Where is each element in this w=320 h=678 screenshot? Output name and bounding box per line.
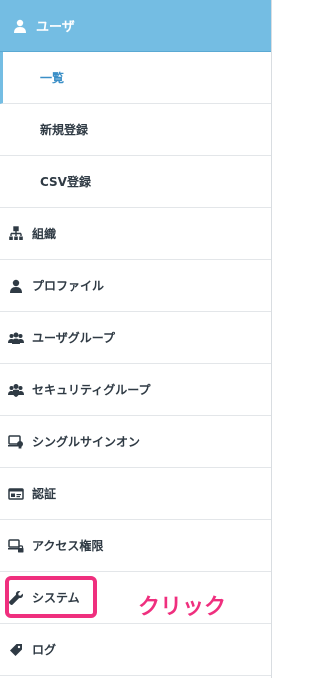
single-sign-on-icon — [8, 434, 24, 450]
sidebar-item-label: 組織 — [32, 227, 57, 241]
sidebar-item-system[interactable]: システム — [0, 572, 271, 624]
profile-icon — [8, 278, 24, 294]
sidebar-item-profile[interactable]: プロファイル — [0, 260, 271, 312]
sidebar-item-label: セキュリティグループ — [32, 383, 151, 397]
access-lock-icon — [8, 538, 24, 554]
sidebar-item-single-sign-on[interactable]: シングルサインオン — [0, 416, 271, 468]
submenu-item-label: 一覧 — [40, 71, 65, 85]
security-group-icon — [8, 382, 24, 398]
sidebar-item-label: システム — [32, 591, 80, 605]
sidebar-nav: ユーザ 一覧 新規登録 CSV登録 組織 プロファイル ユーザグループ セキュリ… — [0, 0, 272, 678]
sidebar-header-users[interactable]: ユーザ — [0, 0, 271, 52]
submenu-item-list[interactable]: 一覧 — [0, 52, 271, 104]
wrench-icon — [8, 590, 24, 606]
sidebar-item-label: ログ — [32, 643, 57, 657]
sidebar-item-access-rights[interactable]: アクセス権限 — [0, 520, 271, 572]
click-annotation: クリック — [138, 595, 227, 620]
user-icon — [12, 18, 28, 34]
sidebar-header-label: ユーザ — [36, 20, 75, 35]
sidebar-item-label: プロファイル — [32, 279, 105, 293]
sidebar-item-log[interactable]: ログ — [0, 624, 271, 676]
sidebar-item-label: ユーザグループ — [32, 331, 116, 345]
org-chart-icon — [8, 225, 24, 242]
submenu-item-new[interactable]: 新規登録 — [0, 104, 271, 156]
sidebar-item-label: アクセス権限 — [32, 539, 104, 553]
sidebar-item-authentication[interactable]: 認証 — [0, 468, 271, 520]
sidebar-item-label: シングルサインオン — [32, 435, 141, 449]
user-group-icon — [8, 330, 24, 346]
tag-icon — [8, 642, 24, 658]
id-card-icon — [8, 486, 24, 502]
sidebar-item-organization[interactable]: 組織 — [0, 208, 271, 260]
sidebar-item-security-group[interactable]: セキュリティグループ — [0, 364, 271, 416]
submenu-item-csv[interactable]: CSV登録 — [0, 156, 271, 208]
submenu-item-label: CSV登録 — [40, 175, 91, 189]
sidebar-item-user-group[interactable]: ユーザグループ — [0, 312, 271, 364]
sidebar-item-label: 認証 — [32, 487, 57, 501]
submenu-item-label: 新規登録 — [40, 123, 89, 137]
